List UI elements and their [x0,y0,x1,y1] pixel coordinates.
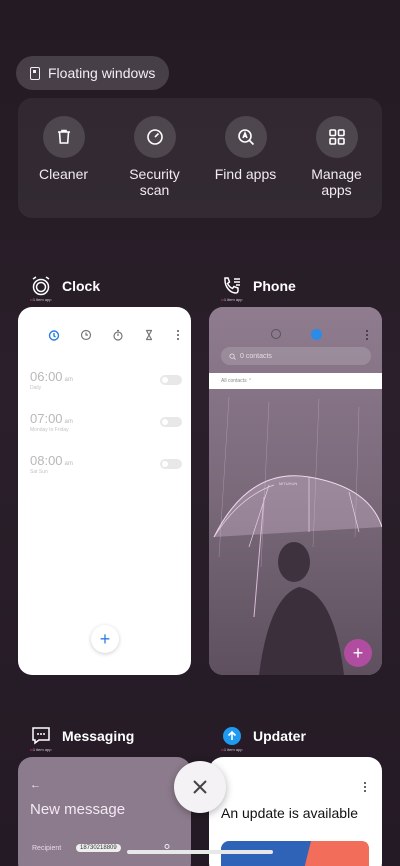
alarm-time: 07:00 [30,411,63,426]
clock-app-card[interactable]: 06:00 am Daily 07:00 am Monday to Friday 0… [18,307,191,675]
cleaner-label: Cleaner [38,166,89,182]
watermark-text: MiTUHUN [279,481,298,486]
find-apps-button[interactable]: Find apps [206,116,286,218]
messaging-tag: 1 item app [30,747,52,752]
clock-icon: 1 item app [30,275,52,302]
recipient-label: Recipient [32,845,62,852]
search-placeholder: 0 contacts [240,352,272,360]
updater-tag: 1 item app [221,747,243,752]
updater-app-header: 1 item app Updater [221,725,306,752]
recipient-chip[interactable]: 18730218809 [76,844,121,852]
alarm-item[interactable]: 06:00 am Daily [30,369,182,391]
clock-app-name: Clock [62,278,101,294]
alarm-ampm: am [64,461,73,467]
alarm-days: Sat Sun [30,469,48,475]
floating-windows-label: Floating windows [48,65,156,81]
back-arrow-icon[interactable]: ← [30,779,41,791]
recents-tab-icon[interactable] [271,329,281,339]
contacts-tab-icon[interactable] [311,329,322,340]
security-scan-button[interactable]: Security scan [115,116,195,218]
timer-tab-icon[interactable] [143,329,155,341]
clock-tag: 1 item app [30,297,52,302]
alarm-ampm: am [64,377,73,383]
alarm-toggle[interactable] [160,375,182,385]
phone-app-card[interactable]: 0 contacts All contacts ⌃ MiTUHUN + [209,307,382,675]
search-icon [229,352,236,360]
alarm-days: Daily [30,385,42,391]
messaging-app-name: Messaging [62,728,135,744]
more-icon[interactable] [175,329,181,341]
alarm-time: 06:00 [30,369,63,384]
updater-icon: 1 item app [221,725,243,752]
security-scan-label: Security scan [129,166,180,198]
stopwatch-tab-icon[interactable] [112,329,124,341]
trash-icon [57,129,70,144]
close-icon [193,780,207,794]
clock-app-header: 1 item app Clock [30,275,101,302]
alarm-toggle[interactable] [160,417,182,427]
more-icon[interactable] [362,781,368,793]
new-message-title: New message [30,801,126,818]
phone-app-header: 1 item app Phone [221,275,296,302]
contacts-filter[interactable]: All contacts ⌃ [209,373,382,389]
search-app-icon [237,129,254,146]
alarm-tab-icon[interactable] [48,329,60,341]
alarm-item[interactable]: 08:00 am Sat Sun [30,453,182,475]
home-indicator[interactable] [127,850,273,854]
cleaner-button[interactable]: Cleaner [24,116,104,218]
floating-window-icon [30,66,40,80]
floating-windows-button[interactable]: Floating windows [16,56,170,90]
close-all-button[interactable] [174,761,226,813]
phone-tag: 1 item app [221,297,243,302]
alarm-item[interactable]: 07:00 am Monday to Friday [30,411,182,433]
manage-apps-button[interactable]: Manage apps [297,116,377,218]
grid-icon [328,129,345,145]
find-apps-label: Find apps [214,166,277,182]
gauge-icon [146,129,163,145]
more-icon[interactable] [364,329,370,341]
alarm-days: Monday to Friday [30,427,69,433]
contacts-filter-label: All contacts [221,378,247,384]
clock-tabs [48,329,181,341]
manage-apps-label: Manage apps [311,166,362,198]
updater-app-name: Updater [253,728,306,744]
quick-actions-panel: Cleaner Security scan Find apps Manage app… [18,98,382,218]
add-contact-button[interactable]: + [344,639,372,667]
contacts-search-input[interactable]: 0 contacts [221,347,371,365]
add-alarm-button[interactable]: + [91,625,119,653]
alarm-time: 08:00 [30,453,63,468]
alarm-ampm: am [64,419,73,425]
phone-icon: 1 item app [221,275,243,302]
messaging-icon: 1 item app [30,725,52,752]
update-available-title: An update is available [221,805,358,821]
alarm-toggle[interactable] [160,459,182,469]
messaging-app-header: 1 item app Messaging [30,725,135,752]
world-clock-tab-icon[interactable] [80,329,92,341]
phone-app-name: Phone [253,278,296,294]
